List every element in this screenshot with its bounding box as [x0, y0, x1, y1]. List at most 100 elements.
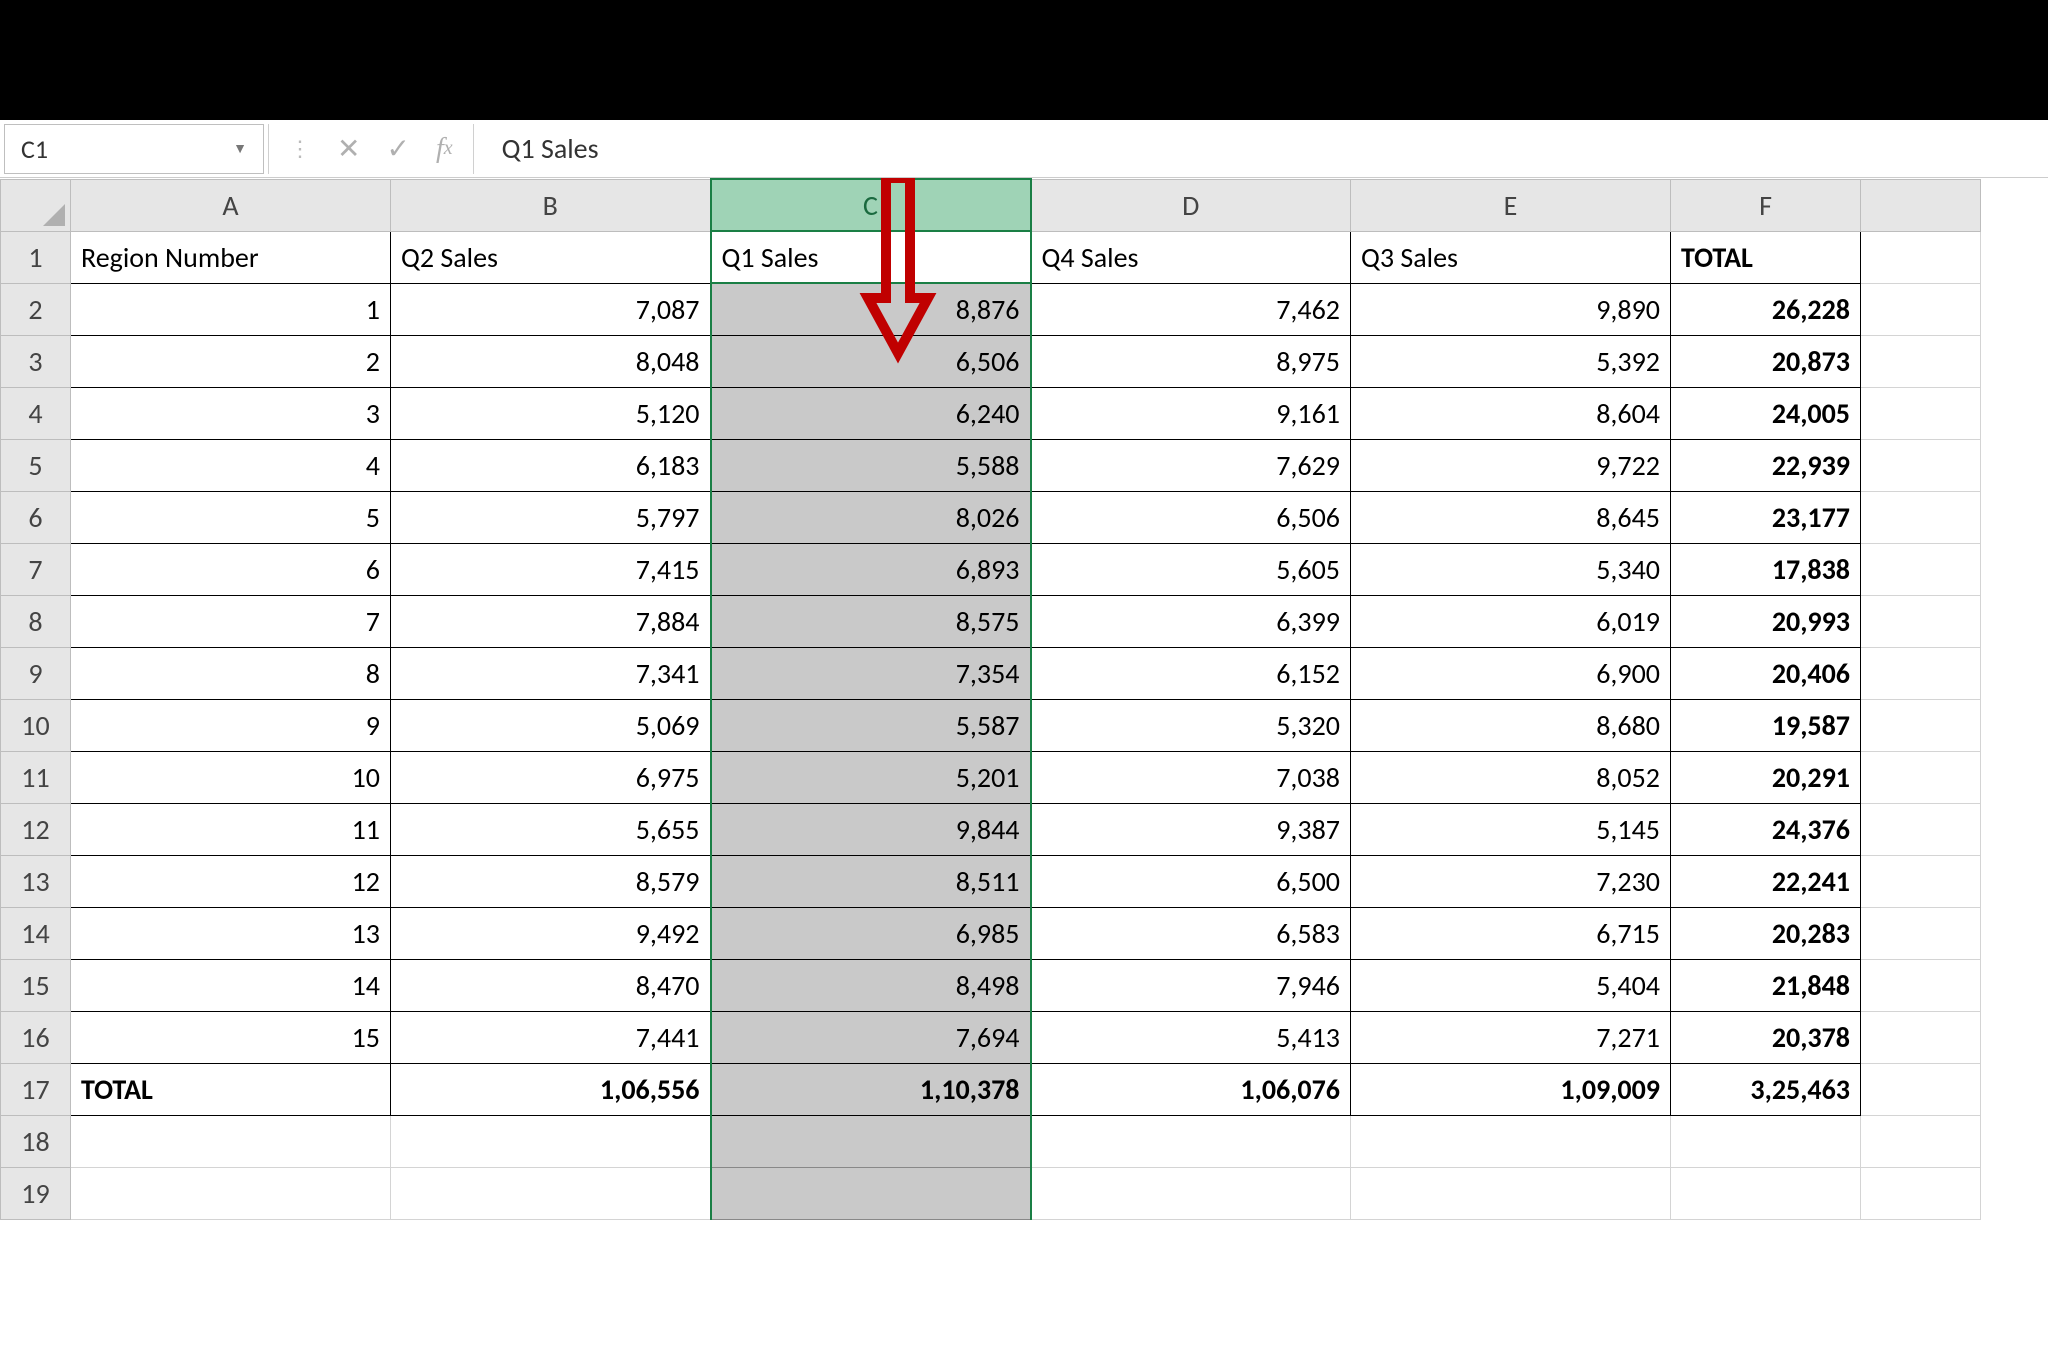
cell-A2[interactable]: 1 — [71, 283, 391, 335]
cell-F19[interactable] — [1671, 1167, 1861, 1219]
row-header-8[interactable]: 8 — [1, 595, 71, 647]
cell-E18[interactable] — [1351, 1115, 1671, 1167]
cell-A17[interactable]: TOTAL — [71, 1063, 391, 1115]
cell-F16[interactable]: 20,378 — [1671, 1011, 1861, 1063]
cell-D15[interactable]: 7,946 — [1031, 959, 1351, 1011]
cell-E16[interactable]: 7,271 — [1351, 1011, 1671, 1063]
row-header-13[interactable]: 13 — [1, 855, 71, 907]
cancel-icon[interactable]: ✕ — [337, 132, 360, 165]
cell-D9[interactable]: 6,152 — [1031, 647, 1351, 699]
cell-A14[interactable]: 13 — [71, 907, 391, 959]
cell-E13[interactable]: 7,230 — [1351, 855, 1671, 907]
cell-A8[interactable]: 7 — [71, 595, 391, 647]
cell-E10[interactable]: 8,680 — [1351, 699, 1671, 751]
cell-E5[interactable]: 9,722 — [1351, 439, 1671, 491]
cell-G4[interactable] — [1861, 387, 1981, 439]
cell-B9[interactable]: 7,341 — [391, 647, 711, 699]
cell-D7[interactable]: 5,605 — [1031, 543, 1351, 595]
cell-E2[interactable]: 9,890 — [1351, 283, 1671, 335]
row-header-14[interactable]: 14 — [1, 907, 71, 959]
cell-B17[interactable]: 1,06,556 — [391, 1063, 711, 1115]
cell-A1[interactable]: Region Number — [71, 231, 391, 283]
name-box[interactable]: C1 ▼ — [4, 124, 264, 174]
cell-C2[interactable]: 8,876 — [711, 283, 1031, 335]
cell-F5[interactable]: 22,939 — [1671, 439, 1861, 491]
cell-D8[interactable]: 6,399 — [1031, 595, 1351, 647]
cell-E11[interactable]: 8,052 — [1351, 751, 1671, 803]
cell-F8[interactable]: 20,993 — [1671, 595, 1861, 647]
cell-D13[interactable]: 6,500 — [1031, 855, 1351, 907]
cell-A19[interactable] — [71, 1167, 391, 1219]
cell-A18[interactable] — [71, 1115, 391, 1167]
cell-G12[interactable] — [1861, 803, 1981, 855]
cell-G9[interactable] — [1861, 647, 1981, 699]
cell-G19[interactable] — [1861, 1167, 1981, 1219]
cell-B3[interactable]: 8,048 — [391, 335, 711, 387]
cell-G3[interactable] — [1861, 335, 1981, 387]
cell-E7[interactable]: 5,340 — [1351, 543, 1671, 595]
cell-B6[interactable]: 5,797 — [391, 491, 711, 543]
column-header-E[interactable]: E — [1351, 179, 1671, 231]
row-header-3[interactable]: 3 — [1, 335, 71, 387]
cell-G2[interactable] — [1861, 283, 1981, 335]
cell-B15[interactable]: 8,470 — [391, 959, 711, 1011]
cell-B18[interactable] — [391, 1115, 711, 1167]
cell-E6[interactable]: 8,645 — [1351, 491, 1671, 543]
cell-B5[interactable]: 6,183 — [391, 439, 711, 491]
cell-D16[interactable]: 5,413 — [1031, 1011, 1351, 1063]
cell-B7[interactable]: 7,415 — [391, 543, 711, 595]
cell-A9[interactable]: 8 — [71, 647, 391, 699]
cell-G17[interactable] — [1861, 1063, 1981, 1115]
column-header-B[interactable]: B — [391, 179, 711, 231]
cell-D10[interactable]: 5,320 — [1031, 699, 1351, 751]
formula-input[interactable]: Q1 Sales — [474, 124, 2048, 174]
cell-E19[interactable] — [1351, 1167, 1671, 1219]
cell-A7[interactable]: 6 — [71, 543, 391, 595]
cell-B4[interactable]: 5,120 — [391, 387, 711, 439]
fx-icon[interactable]: fx — [436, 133, 453, 165]
cell-F13[interactable]: 22,241 — [1671, 855, 1861, 907]
cell-G18[interactable] — [1861, 1115, 1981, 1167]
row-header-4[interactable]: 4 — [1, 387, 71, 439]
cell-F11[interactable]: 20,291 — [1671, 751, 1861, 803]
row-header-6[interactable]: 6 — [1, 491, 71, 543]
cell-C8[interactable]: 8,575 — [711, 595, 1031, 647]
row-header-2[interactable]: 2 — [1, 283, 71, 335]
cell-C1[interactable]: Q1 Sales — [711, 231, 1031, 283]
cell-A5[interactable]: 4 — [71, 439, 391, 491]
column-header-D[interactable]: D — [1031, 179, 1351, 231]
cell-B14[interactable]: 9,492 — [391, 907, 711, 959]
cell-F4[interactable]: 24,005 — [1671, 387, 1861, 439]
select-all-cell[interactable] — [1, 179, 71, 231]
cell-E4[interactable]: 8,604 — [1351, 387, 1671, 439]
cell-B13[interactable]: 8,579 — [391, 855, 711, 907]
cell-A11[interactable]: 10 — [71, 751, 391, 803]
cell-G6[interactable] — [1861, 491, 1981, 543]
formula-dropdown-dots-icon[interactable]: ⋮ — [289, 135, 311, 162]
cell-F17[interactable]: 3,25,463 — [1671, 1063, 1861, 1115]
cell-D6[interactable]: 6,506 — [1031, 491, 1351, 543]
row-header-7[interactable]: 7 — [1, 543, 71, 595]
cell-G14[interactable] — [1861, 907, 1981, 959]
row-header-16[interactable]: 16 — [1, 1011, 71, 1063]
row-header-11[interactable]: 11 — [1, 751, 71, 803]
row-header-1[interactable]: 1 — [1, 231, 71, 283]
cell-F18[interactable] — [1671, 1115, 1861, 1167]
cell-A13[interactable]: 12 — [71, 855, 391, 907]
cell-F6[interactable]: 23,177 — [1671, 491, 1861, 543]
cell-F12[interactable]: 24,376 — [1671, 803, 1861, 855]
cell-D4[interactable]: 9,161 — [1031, 387, 1351, 439]
cell-B1[interactable]: Q2 Sales — [391, 231, 711, 283]
cell-F10[interactable]: 19,587 — [1671, 699, 1861, 751]
cell-D3[interactable]: 8,975 — [1031, 335, 1351, 387]
cell-A3[interactable]: 2 — [71, 335, 391, 387]
column-header-F[interactable]: F — [1671, 179, 1861, 231]
cell-D11[interactable]: 7,038 — [1031, 751, 1351, 803]
cell-C5[interactable]: 5,588 — [711, 439, 1031, 491]
row-header-5[interactable]: 5 — [1, 439, 71, 491]
cell-C13[interactable]: 8,511 — [711, 855, 1031, 907]
cell-C15[interactable]: 8,498 — [711, 959, 1031, 1011]
cell-G5[interactable] — [1861, 439, 1981, 491]
cell-F1[interactable]: TOTAL — [1671, 231, 1861, 283]
cell-C4[interactable]: 6,240 — [711, 387, 1031, 439]
